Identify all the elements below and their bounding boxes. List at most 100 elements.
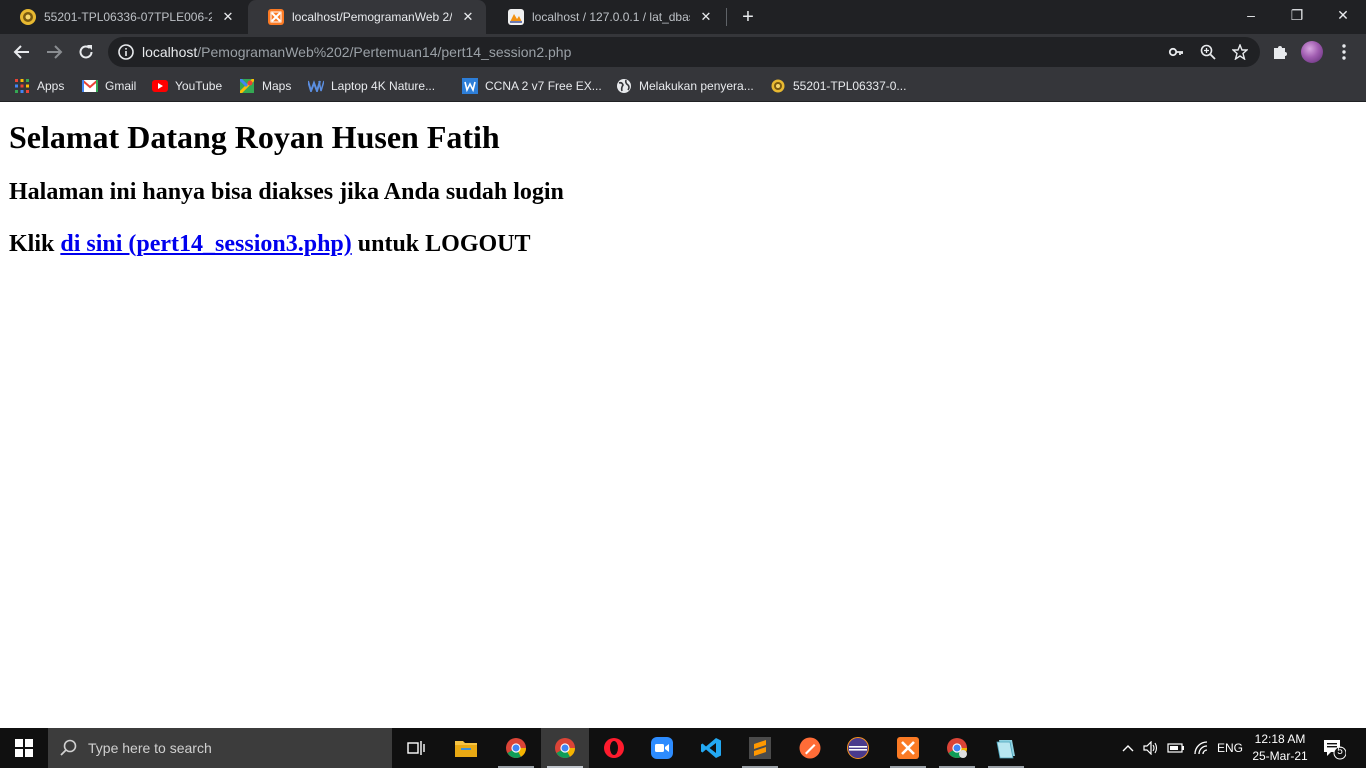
postman-icon (799, 737, 821, 759)
bookmark-laptop-4k[interactable]: Laptop 4K Nature... (308, 76, 435, 96)
tab-close-icon[interactable]: ✕ (698, 9, 714, 25)
tab-close-icon[interactable]: ✕ (460, 9, 476, 25)
tab-course-page[interactable]: 55201-TPL06336-07TPLE006-2021 ✕ (0, 0, 246, 34)
minimize-button[interactable]: – (1228, 0, 1274, 30)
bookmarks-bar: Apps Gmail YouTube Maps Laptop 4K Nature… (0, 70, 1366, 102)
new-tab-button[interactable]: + (737, 6, 759, 28)
show-hidden-icons-button[interactable] (1118, 728, 1138, 768)
bookmark-label: YouTube (175, 79, 223, 93)
back-button[interactable] (8, 38, 36, 66)
university-icon (770, 78, 786, 94)
globe-icon (616, 78, 632, 94)
browser-toolbar: localhost/PemogramanWeb%202/Pertemuan14/… (0, 34, 1366, 70)
bookmark-gmail[interactable]: Gmail (82, 76, 136, 96)
xampp-favicon (268, 9, 284, 25)
tab-session2[interactable]: localhost/PemogramanWeb 2/Pertemuan14/pe… (248, 0, 486, 34)
profile-avatar[interactable] (1301, 41, 1323, 63)
bookmark-label: Laptop 4K Nature... (331, 79, 436, 93)
bookmark-label: Melakukan penyera... (639, 79, 754, 93)
speaker-icon (1143, 741, 1158, 755)
volume-button[interactable] (1140, 728, 1162, 768)
bookmark-55201[interactable]: 55201-TPL06337-0... (770, 76, 906, 96)
url-text[interactable]: localhost/PemogramanWeb%202/Pertemuan14/… (142, 44, 571, 60)
windows-taskbar: Type here to search ENG 12:18 AM 25-Mar-… (0, 728, 1366, 768)
close-window-button[interactable]: ✕ (1320, 0, 1366, 30)
notes-icon (996, 740, 1015, 759)
battery-button[interactable] (1164, 728, 1188, 768)
bookmark-maps[interactable]: Maps (239, 76, 291, 96)
sublime-button[interactable] (736, 728, 784, 768)
task-view-button[interactable] (392, 728, 440, 768)
key-icon[interactable] (1168, 44, 1184, 60)
xampp-icon (897, 737, 919, 759)
search-placeholder: Type here to search (88, 740, 212, 756)
tab-separator (726, 8, 727, 26)
forward-arrow-icon (47, 45, 63, 59)
tab-phpmyadmin[interactable]: localhost / 127.0.0.1 / lat_dbase | phpM… (488, 0, 724, 34)
battery-icon (1167, 743, 1184, 753)
tab-strip: 55201-TPL06336-07TPLE006-2021 ✕ localhos… (0, 0, 1366, 34)
taskbar-search-box[interactable]: Type here to search (48, 728, 392, 768)
bookmark-label: 55201-TPL06337-0... (793, 79, 907, 93)
zoom-app-button[interactable] (638, 728, 686, 768)
bookmark-label: Apps (37, 79, 65, 93)
w-square-icon (462, 78, 478, 94)
chevron-up-icon (1122, 745, 1134, 752)
login-notice: Halaman ini hanya bisa diakses jika Anda… (9, 179, 564, 205)
logout-suffix: untuk LOGOUT (351, 231, 531, 257)
chrome-active-button[interactable] (541, 728, 589, 768)
xampp-button[interactable] (884, 728, 932, 768)
tab-close-icon[interactable]: ✕ (220, 9, 236, 25)
bookmark-star-icon[interactable] (1232, 44, 1248, 60)
notification-count: 5 (1337, 746, 1343, 757)
chrome-icon (555, 738, 576, 758)
chrome-app-button[interactable] (492, 728, 540, 768)
chrome-icon (506, 738, 527, 758)
w-logo-icon (308, 78, 324, 94)
bookmark-melakukan[interactable]: Melakukan penyera... (616, 76, 754, 96)
notes-app-button[interactable] (982, 728, 1030, 768)
postman-button[interactable] (786, 728, 834, 768)
chrome-profile-button[interactable] (933, 728, 981, 768)
chrome-menu-icon[interactable] (1334, 42, 1354, 62)
start-button[interactable] (0, 728, 48, 768)
eclipse-icon (847, 737, 869, 759)
address-bar[interactable]: localhost/PemogramanWeb%202/Pertemuan14/… (108, 37, 1260, 67)
extensions-puzzle-icon[interactable] (1270, 42, 1290, 62)
logout-link[interactable]: di sini (pert14_session3.php) (60, 231, 351, 257)
network-button[interactable] (1190, 728, 1212, 768)
clock[interactable]: 12:18 AM 25-Mar-21 (1248, 731, 1312, 765)
bookmark-label: CCNA 2 v7 Free EX... (485, 79, 602, 93)
sublime-icon (749, 737, 771, 759)
eclipse-button[interactable] (834, 728, 882, 768)
folder-icon (455, 741, 477, 757)
task-view-icon (407, 741, 425, 755)
action-center-button[interactable]: 5 (1322, 736, 1347, 760)
bookmark-apps[interactable]: Apps (14, 76, 64, 96)
bookmark-label: Gmail (105, 79, 137, 93)
tab-title: localhost / 127.0.0.1 / lat_dbase | phpM… (532, 10, 690, 24)
chrome-icon (947, 738, 968, 758)
windows-logo-icon (15, 739, 33, 757)
zoom-icon[interactable] (1200, 44, 1216, 60)
reload-button[interactable] (72, 38, 100, 66)
url-path: /PemogramanWeb%202/Pertemuan14/pert14_se… (197, 44, 572, 60)
restore-button[interactable]: ❐ (1274, 0, 1320, 30)
page-content: Selamat Datang Royan Husen Fatih Halaman… (0, 103, 1366, 728)
vscode-button[interactable] (687, 728, 735, 768)
wifi-icon (1194, 741, 1208, 755)
back-arrow-icon (13, 45, 29, 59)
phpmyadmin-favicon (508, 9, 524, 25)
tab-title: localhost/PemogramanWeb 2/Pertemuan14/pe… (292, 10, 452, 24)
bookmark-ccna[interactable]: CCNA 2 v7 Free EX... (462, 76, 602, 96)
apps-grid-icon (14, 78, 30, 94)
forward-button[interactable] (40, 38, 68, 66)
info-icon[interactable] (118, 44, 134, 60)
file-explorer-button[interactable] (442, 728, 490, 768)
bookmark-youtube[interactable]: YouTube (152, 76, 222, 96)
reload-icon (79, 45, 93, 59)
clock-date: 25-Mar-21 (1252, 749, 1308, 763)
opera-button[interactable] (590, 728, 638, 768)
language-indicator[interactable]: ENG (1212, 728, 1248, 768)
opera-icon (604, 738, 624, 758)
